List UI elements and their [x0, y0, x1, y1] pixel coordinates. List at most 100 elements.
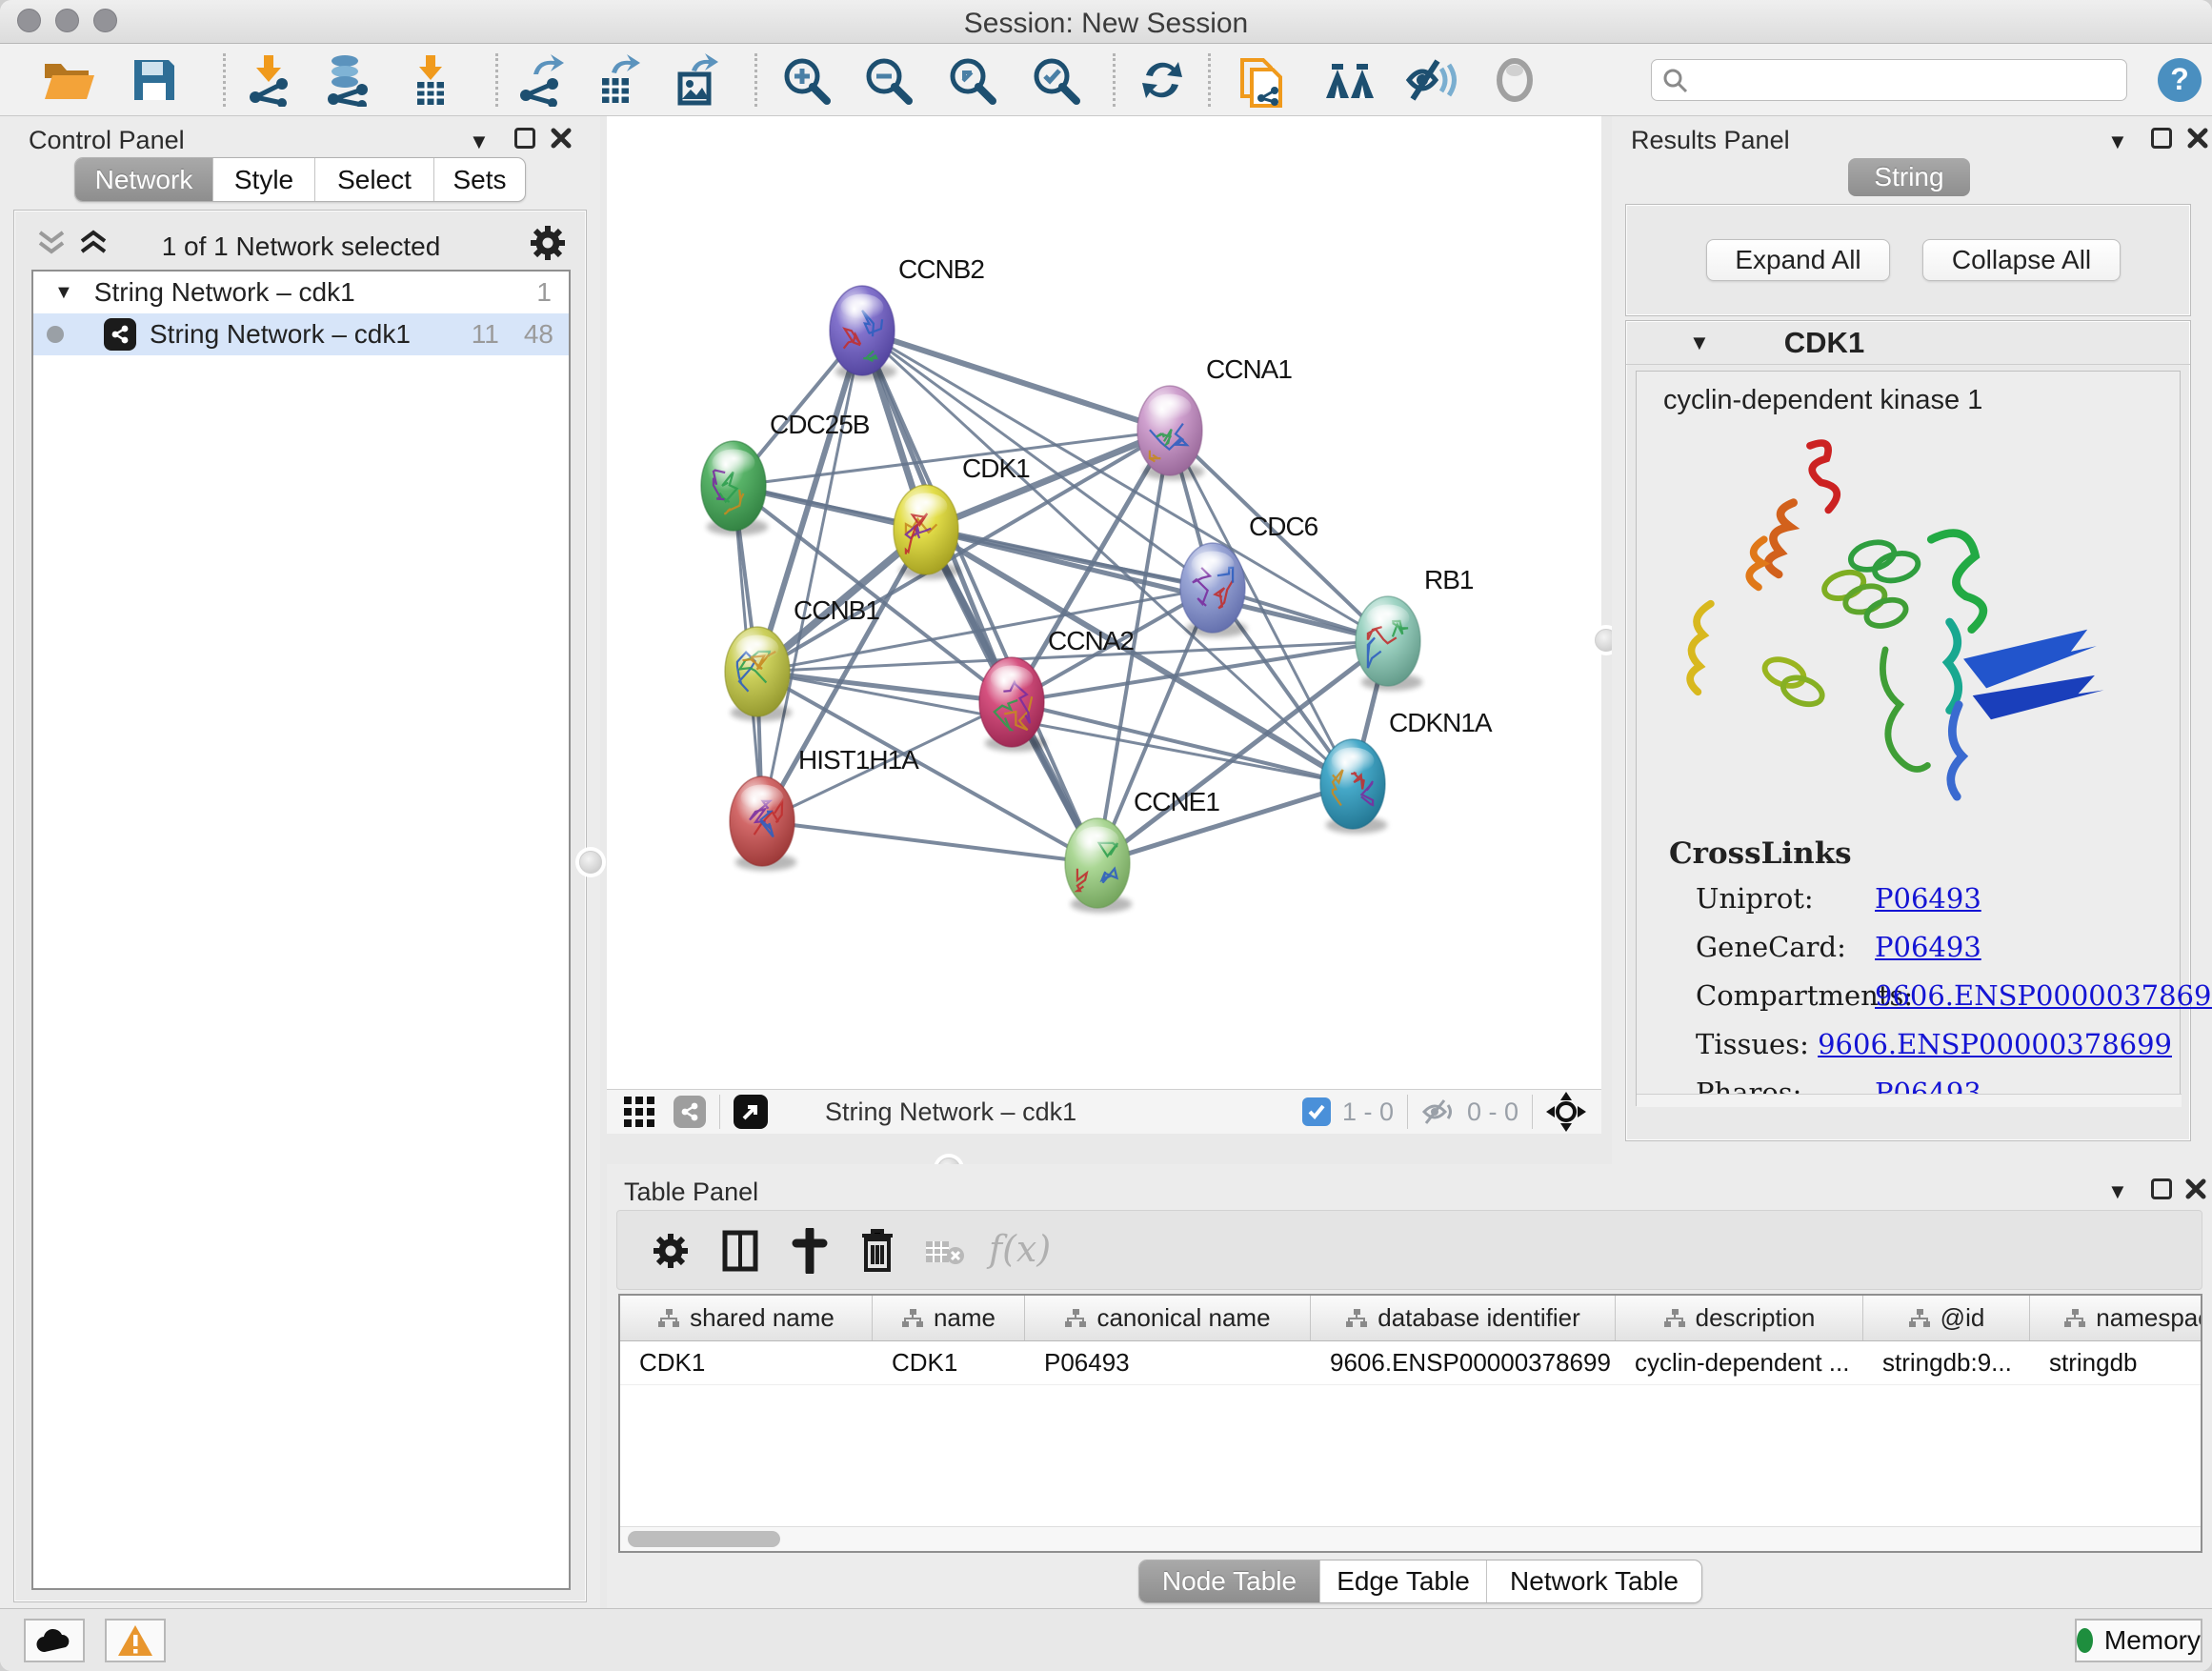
node-label: RB1 — [1424, 565, 1474, 594]
collapse-panel-icon[interactable]: ▼ — [469, 130, 490, 154]
search-field[interactable] — [1651, 59, 2127, 101]
export-network-button[interactable] — [509, 50, 573, 111]
network-row-selected[interactable]: String Network – cdk1 11 48 — [33, 313, 569, 355]
column-header-name[interactable]: name — [873, 1296, 1025, 1340]
tab-sets[interactable]: Sets — [434, 158, 525, 201]
birdseye-button[interactable] — [1318, 50, 1383, 111]
refresh-button[interactable] — [1130, 50, 1195, 111]
tab-string[interactable]: String — [1848, 158, 1970, 196]
tab-node-table[interactable]: Node Table — [1139, 1560, 1320, 1602]
gear-icon[interactable] — [652, 1232, 690, 1270]
tab-network[interactable]: Network — [75, 158, 213, 201]
column-header-sharedname[interactable]: shared name — [620, 1296, 873, 1340]
network-edge[interactable] — [757, 672, 1012, 702]
hide-selected-button[interactable] — [1400, 50, 1465, 111]
expand-all-button[interactable]: Expand All — [1706, 239, 1890, 281]
close-panel-icon[interactable] — [2187, 128, 2208, 149]
import-table-button[interactable] — [398, 50, 463, 111]
network-node[interactable]: RB1 — [1356, 565, 1474, 691]
tab-edge-table[interactable]: Edge Table — [1320, 1560, 1487, 1602]
crosslink-value-link[interactable]: 9606.ENSP00000378699 — [1818, 1028, 2172, 1060]
table-horizontal-scrollbar[interactable] — [620, 1526, 2201, 1551]
edge-count: 48 — [524, 319, 553, 350]
protein-structure-image — [1656, 429, 2170, 815]
export-table-button[interactable] — [585, 50, 650, 111]
column-header-databaseidentifier[interactable]: database identifier — [1311, 1296, 1616, 1340]
import-database-button[interactable] — [314, 50, 379, 111]
network-graph[interactable]: CCNB2CCNA1CDC25BCDK1CDC6RB1CCNB1CCNA2CDK… — [607, 116, 1601, 1089]
zoom-in-button[interactable] — [774, 50, 838, 111]
left-splitter-handle[interactable] — [579, 851, 602, 874]
float-panel-icon[interactable] — [2151, 1178, 2172, 1199]
protein-card-header[interactable]: ▼ CDK1 — [1626, 321, 2190, 365]
node-label: CCNE1 — [1134, 787, 1219, 816]
export-image-button[interactable] — [663, 50, 728, 111]
table-cell[interactable]: cyclin-dependent ... — [1616, 1341, 1863, 1384]
add-column-icon[interactable] — [791, 1228, 829, 1274]
toolbar-separator — [754, 53, 757, 107]
scrollbar-thumb[interactable] — [628, 1531, 780, 1547]
network-collection-row[interactable]: ▼ String Network – cdk1 1 — [33, 272, 569, 313]
function-builder-icon-disabled: f(x) — [989, 1228, 1051, 1270]
detach-view-icon[interactable] — [734, 1095, 768, 1129]
hidden-eye-icon[interactable] — [1421, 1097, 1456, 1126]
column-header-id[interactable]: @id — [1863, 1296, 2030, 1340]
zoom-selected-button[interactable] — [1023, 50, 1088, 111]
network-edge[interactable] — [862, 331, 1170, 431]
help-button[interactable]: ? — [2147, 50, 2212, 111]
zoom-out-icon — [861, 53, 915, 107]
network-edge[interactable] — [862, 331, 1097, 863]
float-panel-icon[interactable] — [514, 128, 535, 149]
table-cell[interactable]: 9606.ENSP00000378699 — [1311, 1341, 1616, 1384]
grid-mode-icon[interactable] — [622, 1095, 656, 1129]
tab-select[interactable]: Select — [315, 158, 434, 201]
column-header-canonicalname[interactable]: canonical name — [1025, 1296, 1311, 1340]
caret-down-icon[interactable]: ▼ — [54, 282, 73, 304]
table-cell[interactable]: stringdb — [2030, 1341, 2202, 1384]
import-network-button[interactable] — [236, 50, 301, 111]
table-cell[interactable]: stringdb:9... — [1863, 1341, 2030, 1384]
float-panel-icon[interactable] — [2151, 128, 2172, 149]
collapse-all-button[interactable]: Collapse All — [1922, 239, 2121, 281]
collapse-panel-icon[interactable]: ▼ — [2107, 1179, 2128, 1204]
save-session-button[interactable] — [122, 50, 187, 111]
table-cell[interactable]: P06493 — [1025, 1341, 1311, 1384]
zoom-fit-button[interactable] — [939, 50, 1004, 111]
caret-down-icon[interactable]: ▼ — [1689, 331, 1710, 355]
tab-network-table[interactable]: Network Table — [1487, 1560, 1701, 1602]
show-all-button[interactable] — [1482, 50, 1547, 111]
close-panel-icon[interactable] — [2185, 1178, 2206, 1199]
crosslink-value-link[interactable]: 9606.ENSP00000378699 — [1875, 979, 2212, 1012]
import-network-icon — [242, 53, 295, 107]
search-input[interactable] — [1696, 66, 2117, 95]
zoom-out-button[interactable] — [855, 50, 920, 111]
results-buttons-box: Expand All Collapse All — [1625, 204, 2191, 316]
cloud-status-button[interactable] — [24, 1619, 85, 1662]
delete-column-icon[interactable] — [859, 1228, 895, 1274]
tab-style[interactable]: Style — [213, 158, 315, 201]
crosslink-value-link[interactable]: P06493 — [1875, 931, 1981, 963]
network-canvas[interactable]: CCNB2CCNA1CDC25BCDK1CDC6RB1CCNB1CCNA2CDK… — [607, 116, 1601, 1089]
gear-icon[interactable] — [529, 224, 567, 262]
warning-status-button[interactable] — [105, 1619, 166, 1662]
collapse-panel-icon[interactable]: ▼ — [2107, 130, 2128, 154]
copy-network-button[interactable] — [1231, 50, 1296, 111]
column-header-description[interactable]: description — [1616, 1296, 1863, 1340]
memory-button[interactable]: Memory — [2075, 1619, 2202, 1662]
close-panel-icon[interactable] — [551, 128, 572, 149]
network-node[interactable]: CCNA1 — [1137, 354, 1292, 480]
open-session-button[interactable] — [36, 50, 101, 111]
crosslink-value-link[interactable]: P06493 — [1875, 882, 1981, 915]
table-row[interactable]: CDK1CDK1P064939606.ENSP00000378699cyclin… — [620, 1341, 2201, 1385]
network-edge[interactable] — [862, 331, 1388, 641]
network-node[interactable]: CDKN1A — [1320, 708, 1493, 834]
show-columns-icon[interactable] — [722, 1230, 758, 1272]
table-cell[interactable]: CDK1 — [873, 1341, 1025, 1384]
column-header-namespace[interactable]: namespace — [2030, 1296, 2202, 1340]
network-edge[interactable] — [762, 821, 1097, 863]
table-cell[interactable]: CDK1 — [620, 1341, 873, 1384]
selected-checkbox-icon[interactable] — [1302, 1097, 1331, 1126]
string-view-icon[interactable] — [674, 1096, 706, 1128]
horizontal-scrollbar-track[interactable] — [1637, 1094, 2182, 1107]
fit-content-crosshair-icon[interactable] — [1546, 1092, 1586, 1132]
